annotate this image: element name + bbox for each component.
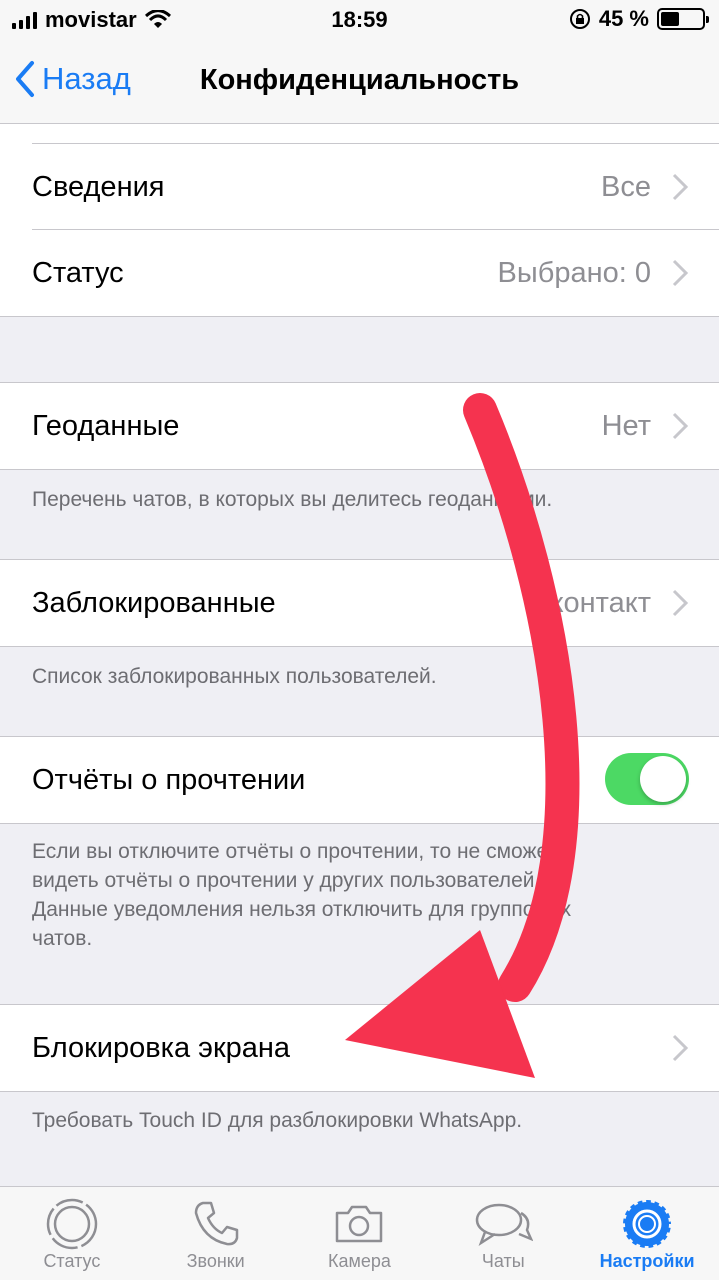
status-row[interactable]: Статус Выбрано: 0 bbox=[0, 230, 719, 316]
tab-camera[interactable]: Камера bbox=[288, 1187, 432, 1280]
orientation-lock-icon bbox=[569, 9, 590, 29]
status-bar: movistar 18:59 45 % bbox=[0, 0, 719, 40]
location-value: Нет bbox=[601, 409, 651, 442]
read-receipts-footnote: Если вы отключите отчёты о прочтении, то… bbox=[32, 840, 572, 950]
chevron-right-icon bbox=[672, 589, 689, 617]
phone-icon bbox=[194, 1201, 238, 1246]
tab-status[interactable]: Статус bbox=[0, 1187, 144, 1280]
chevron-right-icon bbox=[672, 259, 689, 287]
battery-icon bbox=[657, 8, 709, 30]
blocked-footnote: Список заблокированных пользователей. bbox=[32, 665, 437, 688]
screen-lock-label: Блокировка экрана bbox=[32, 1031, 291, 1064]
read-receipts-label: Отчёты о прочтении bbox=[32, 763, 306, 796]
status-label: Статус bbox=[32, 256, 124, 289]
tab-calls[interactable]: Звонки bbox=[144, 1187, 288, 1280]
chat-bubbles-icon bbox=[476, 1203, 534, 1247]
navigation-bar: Назад Конфиденциальность bbox=[0, 40, 719, 124]
chevron-right-icon bbox=[672, 412, 689, 440]
gear-icon bbox=[621, 1198, 674, 1250]
status-value: Выбрано: 0 bbox=[497, 256, 651, 289]
blocked-label: Заблокированные bbox=[32, 586, 276, 619]
tab-bar: Статус Звонки Камера Чаты Настройки bbox=[0, 1186, 719, 1280]
info-row[interactable]: Сведения Все bbox=[0, 144, 719, 230]
tab-chats[interactable]: Чаты bbox=[431, 1187, 575, 1280]
blocked-value: 1 контакт bbox=[526, 586, 651, 619]
screen-lock-footnote: Требовать Touch ID для разблокировки Wha… bbox=[32, 1109, 523, 1132]
page-title: Конфиденциальность bbox=[199, 64, 520, 96]
screen-lock-row[interactable]: Блокировка экрана bbox=[0, 1005, 719, 1091]
blocked-row[interactable]: Заблокированные 1 контакт bbox=[0, 560, 719, 646]
location-footnote: Перечень чатов, в которых вы делитесь ге… bbox=[32, 488, 553, 511]
info-value: Все bbox=[601, 170, 651, 203]
battery-percent: 45 % bbox=[598, 6, 649, 31]
chevron-right-icon bbox=[672, 173, 689, 201]
read-receipts-row: Отчёты о прочтении bbox=[0, 737, 719, 823]
partial-row bbox=[0, 124, 719, 144]
camera-icon bbox=[336, 1205, 383, 1243]
location-row[interactable]: Геоданные Нет bbox=[0, 383, 719, 469]
location-label: Геоданные bbox=[32, 409, 180, 442]
info-label: Сведения bbox=[32, 170, 165, 203]
tab-settings[interactable]: Настройки bbox=[575, 1187, 719, 1280]
chevron-right-icon bbox=[672, 1034, 689, 1062]
read-receipts-toggle[interactable] bbox=[605, 753, 689, 805]
status-icon bbox=[46, 1198, 98, 1250]
